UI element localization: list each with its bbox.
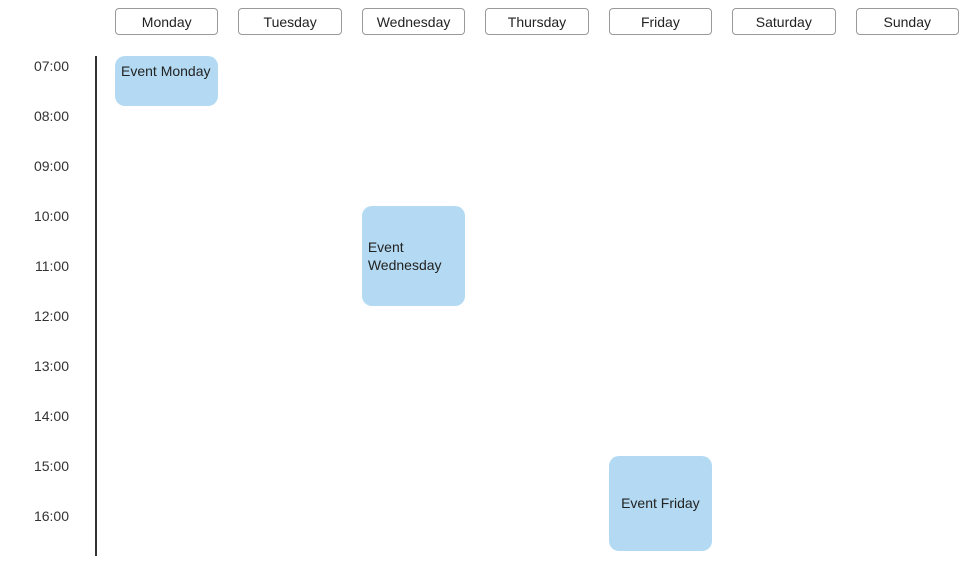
week-calendar: Monday Tuesday Wednesday Thursday Friday…	[0, 0, 969, 567]
day-header-row: Monday Tuesday Wednesday Thursday Friday…	[115, 8, 959, 35]
time-axis: 07:00 08:00 09:00 10:00 11:00 12:00 13:0…	[0, 56, 95, 556]
time-label: 13:00	[0, 356, 95, 406]
day-column-sunday[interactable]	[856, 56, 959, 567]
time-label: 12:00	[0, 306, 95, 356]
time-axis-line	[95, 56, 97, 556]
day-column-tuesday[interactable]	[238, 56, 341, 567]
day-header-monday[interactable]: Monday	[115, 8, 218, 35]
day-header-tuesday[interactable]: Tuesday	[238, 8, 341, 35]
day-header-wednesday[interactable]: Wednesday	[362, 8, 465, 35]
day-header-saturday[interactable]: Saturday	[732, 8, 835, 35]
day-column-monday[interactable]: Event Monday	[115, 56, 218, 567]
day-header-friday[interactable]: Friday	[609, 8, 712, 35]
day-header-sunday[interactable]: Sunday	[856, 8, 959, 35]
time-label: 14:00	[0, 406, 95, 456]
time-label: 08:00	[0, 106, 95, 156]
event-friday[interactable]: Event Friday	[609, 456, 712, 551]
event-title: Event Friday	[621, 494, 700, 512]
time-label: 07:00	[0, 56, 95, 106]
time-label: 11:00	[0, 256, 95, 306]
event-title: Event Monday	[121, 62, 211, 80]
day-column-saturday[interactable]	[732, 56, 835, 567]
day-header-thursday[interactable]: Thursday	[485, 8, 588, 35]
calendar-grid: Event Monday Event Wednesday Event Frida…	[115, 56, 959, 567]
event-title: Event Wednesday	[368, 238, 459, 274]
event-wednesday[interactable]: Event Wednesday	[362, 206, 465, 306]
day-column-thursday[interactable]	[485, 56, 588, 567]
time-label: 09:00	[0, 156, 95, 206]
time-label: 15:00	[0, 456, 95, 506]
day-column-friday[interactable]: Event Friday	[609, 56, 712, 567]
event-monday[interactable]: Event Monday	[115, 56, 218, 106]
time-label: 16:00	[0, 506, 95, 556]
day-column-wednesday[interactable]: Event Wednesday	[362, 56, 465, 567]
time-label: 10:00	[0, 206, 95, 256]
